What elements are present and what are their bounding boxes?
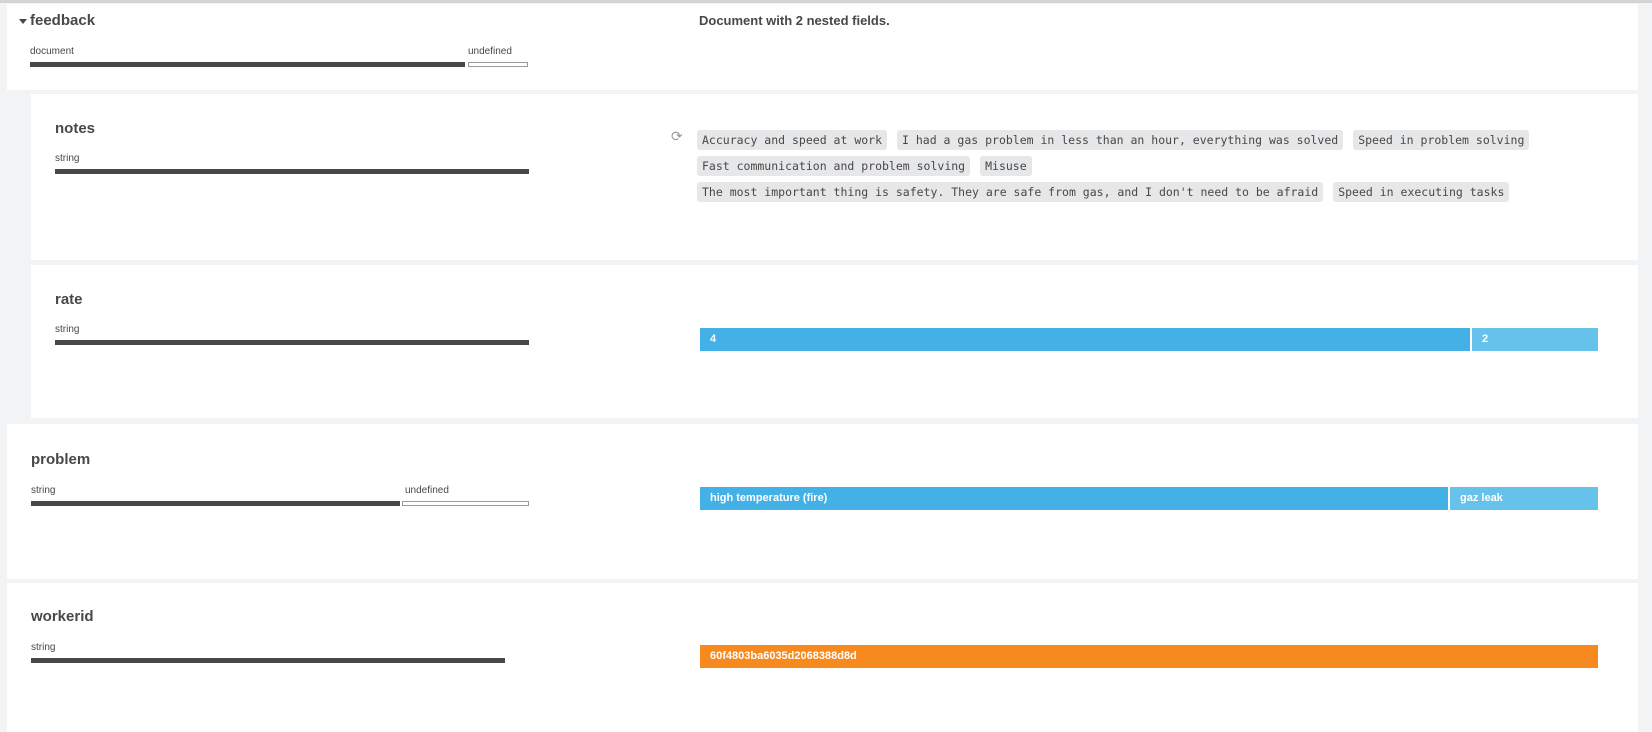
value-bar-segment[interactable]: gaz leak: [1450, 487, 1598, 510]
value-bar-segment[interactable]: 4: [700, 328, 1470, 351]
sample-value-chip[interactable]: Misuse: [980, 156, 1032, 176]
field-name-workerid: workerid: [31, 608, 94, 625]
type-label-string: string: [31, 485, 56, 496]
workerid-field-card: workerid string 60f4803ba6035d2068388d8d: [7, 583, 1638, 732]
type-label-string: string: [55, 324, 80, 335]
value-bar-segment[interactable]: 60f4803ba6035d2068388d8d: [700, 645, 1598, 668]
document-description: Document with 2 nested fields.: [699, 13, 890, 28]
field-name-notes: notes: [55, 120, 96, 137]
value-bar-segment[interactable]: high temperature (fire): [700, 487, 1448, 510]
sample-value-chip[interactable]: Speed in problem solving: [1353, 130, 1530, 150]
sample-values-list: Accuracy and speed at work I had a gas pr…: [697, 130, 1652, 208]
field-name-rate: rate: [55, 291, 83, 308]
field-name-feedback[interactable]: feedback: [30, 12, 95, 29]
type-bar-document[interactable]: [30, 62, 465, 67]
type-bar-undefined[interactable]: [402, 501, 529, 506]
type-bar-string[interactable]: [55, 169, 529, 174]
type-bar-string[interactable]: [55, 340, 529, 345]
refresh-icon[interactable]: ⟳: [671, 128, 683, 145]
sample-value-chip[interactable]: Accuracy and speed at work: [697, 130, 888, 150]
type-label-undefined: undefined: [468, 46, 512, 57]
notes-field-card: notes string ⟳ Accuracy and speed at wor…: [31, 94, 1638, 260]
type-label-undefined: undefined: [405, 485, 449, 496]
type-label-document: document: [30, 46, 74, 57]
field-name-problem: problem: [31, 451, 91, 468]
top-divider: [0, 0, 1652, 3]
sample-value-chip[interactable]: I had a gas problem in less than an hour…: [897, 130, 1344, 150]
rate-field-card: rate string 42: [31, 265, 1638, 418]
feedback-field-card: feedback document undefined Document wit…: [7, 4, 1638, 90]
caret-down-icon[interactable]: [19, 19, 27, 24]
problem-field-card: problem string undefined high temperatur…: [7, 424, 1638, 579]
value-bar-segment[interactable]: 2: [1472, 328, 1598, 351]
type-label-string: string: [31, 642, 56, 653]
sample-value-chip[interactable]: The most important thing is safety. They…: [697, 182, 1324, 202]
sample-value-chip[interactable]: Fast communication and problem solving: [697, 156, 971, 176]
sample-value-chip[interactable]: Speed in executing tasks: [1333, 182, 1510, 202]
type-bar-undefined[interactable]: [468, 62, 528, 67]
type-label-string: string: [55, 153, 80, 164]
type-bar-string[interactable]: [31, 501, 400, 506]
type-bar-string[interactable]: [31, 658, 505, 663]
